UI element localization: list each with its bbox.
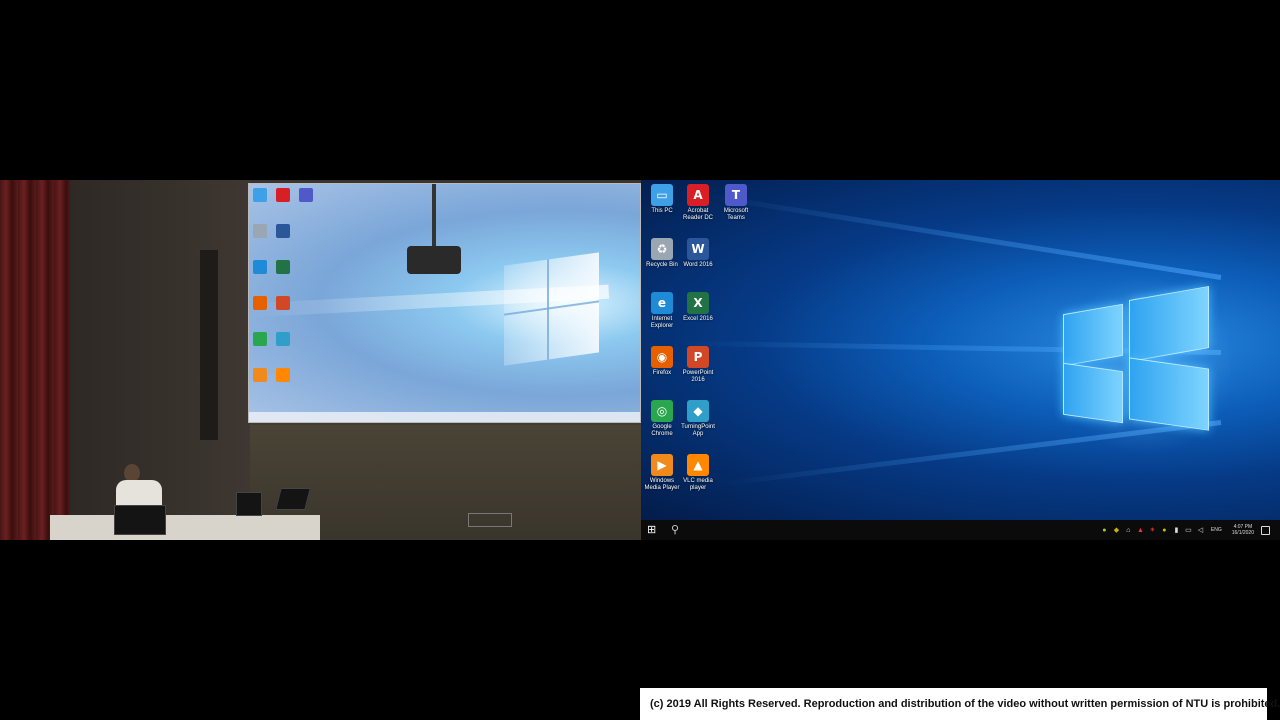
powerpoint-icon (276, 296, 290, 310)
stage-curtain (0, 180, 70, 540)
system-tray: ● ◆ ⌂ ▲ ✶ ● ▮ ▭ ◁ ENG 4:07 PM 16/1/2020 (1100, 520, 1270, 540)
desktop-icon-label: Recycle Bin (646, 262, 678, 268)
tray-volume-icon[interactable]: ◁ (1196, 526, 1205, 535)
desktop-icon[interactable]: T Microsoft Teams (717, 184, 755, 238)
light-ray (707, 193, 1222, 280)
desktop-icon-label: Firefox (652, 370, 672, 376)
media-player-icon: ▶ (651, 454, 673, 476)
lecture-camera-feed (0, 180, 641, 540)
desktop-icon[interactable]: ▭ This PC (643, 184, 681, 238)
notification-center-icon[interactable] (1261, 525, 1270, 535)
projected-windows-logo (504, 252, 599, 366)
projector-mount (432, 184, 436, 246)
firefox-icon (253, 296, 267, 310)
word-icon: W (687, 238, 709, 260)
this-pc-icon: ▭ (651, 184, 673, 206)
tray-alert-icon[interactable]: ● (1160, 526, 1169, 535)
windows-logo-pane (1129, 357, 1209, 431)
desktop-icon[interactable]: X Excel 2016 (679, 292, 717, 346)
desktop-icon-label: This PC (651, 208, 673, 214)
desktop-icon[interactable]: P PowerPoint 2016 (679, 346, 717, 400)
acrobat-reader-icon: A (687, 184, 709, 206)
laptop (275, 488, 311, 510)
desktop-icon-label: Microsoft Teams (723, 208, 749, 221)
desktop-icon[interactable]: ◆ TurningPoint App (679, 400, 717, 454)
tray-power-icon[interactable]: ▮ (1172, 526, 1181, 535)
this-pc-icon (253, 188, 267, 202)
wall-panel (200, 250, 218, 440)
desktop-icon-label: Internet Explorer (650, 316, 674, 329)
teams-icon: T (725, 184, 747, 206)
tray-usb-icon[interactable]: ⌂ (1124, 526, 1133, 535)
projected-taskbar (249, 412, 640, 422)
excel-icon: X (687, 292, 709, 314)
windows-desktop: ▭ This PC A Acrobat Reader DC T Microsoft Tea… (641, 180, 1280, 520)
windows-logo (1063, 285, 1213, 437)
copyright-banner: (c) 2019 All Rights Reserved. Reproducti… (640, 688, 1280, 720)
search-icon[interactable]: ⚲ (671, 522, 685, 538)
desktop-icon-label: Windows Media Player (644, 478, 680, 491)
vlc-icon: ▲ (687, 454, 709, 476)
tray-settings-icon[interactable]: ✶ (1148, 526, 1157, 535)
desktop-icon[interactable]: ▲ VLC media player (679, 454, 717, 508)
stage-doorway (468, 513, 512, 527)
projection-screen (248, 183, 641, 423)
desktop-icon-label: VLC media player (683, 478, 713, 491)
desktop-icon-label: Google Chrome (651, 424, 673, 437)
desktop-icon[interactable]: A Acrobat Reader DC (679, 184, 717, 238)
powerpoint-icon: P (687, 346, 709, 368)
clock-date: 16/1/2020 (1231, 530, 1254, 536)
desktop-icon-label: Acrobat Reader DC (682, 208, 713, 221)
lectern-monitor-2 (236, 492, 262, 516)
desktop-icon-label: PowerPoint 2016 (682, 370, 714, 383)
windows-logo-pane (1063, 362, 1123, 424)
chrome-icon: ◎ (651, 400, 673, 422)
turningpoint-icon: ◆ (687, 400, 709, 422)
windows-logo-pane (1063, 303, 1123, 367)
windows-start-icon[interactable]: ⊞ (647, 524, 659, 536)
chrome-icon (253, 332, 267, 346)
internet-explorer-icon: e (651, 292, 673, 314)
firefox-icon: ◉ (651, 346, 673, 368)
desktop-icon[interactable]: ▶ Windows Media Player (643, 454, 681, 508)
desktop-icon-label: Excel 2016 (683, 316, 713, 322)
windows-logo-pane (1129, 285, 1209, 363)
tray-network-icon[interactable]: ▭ (1184, 526, 1193, 535)
lectern-monitor (114, 505, 166, 535)
language-indicator[interactable]: ENG (1211, 527, 1222, 533)
desktop-icon[interactable]: W Word 2016 (679, 238, 717, 292)
recycle-bin-icon (253, 224, 267, 238)
recycle-bin-icon: ♻ (651, 238, 673, 260)
taskbar-clock[interactable]: 4:07 PM 16/1/2020 (1232, 524, 1254, 536)
taskbar: ⊞ ⚲ ● ◆ ⌂ ▲ ✶ ● ▮ ▭ ◁ ENG 4:07 PM 16/1/2020 (641, 520, 1280, 540)
projector (407, 246, 461, 274)
teams-icon (299, 188, 313, 202)
tray-icon-list: ● ◆ ⌂ ▲ ✶ ● ▮ ▭ ◁ (1100, 526, 1205, 535)
vlc-icon (276, 368, 290, 382)
tray-antivirus-icon[interactable]: ▲ (1136, 526, 1145, 535)
turningpoint-icon (276, 332, 290, 346)
internet-explorer-icon (253, 260, 267, 274)
media-player-icon (253, 368, 267, 382)
desktop-icon[interactable]: ◉ Firefox (643, 346, 681, 400)
excel-icon (276, 260, 290, 274)
acrobat-reader-icon (276, 188, 290, 202)
word-icon (276, 224, 290, 238)
desktop-icon[interactable]: ◎ Google Chrome (643, 400, 681, 454)
desktop-icon-label: TurningPoint App (681, 424, 715, 437)
lectern-desk (50, 515, 320, 540)
desktop-icon[interactable]: e Internet Explorer (643, 292, 681, 346)
tray-shield-icon[interactable]: ◆ (1112, 526, 1121, 535)
desktop-icon[interactable]: ♻ Recycle Bin (643, 238, 681, 292)
tray-green-circle-icon[interactable]: ● (1100, 526, 1109, 535)
desktop-icon-label: Word 2016 (683, 262, 713, 268)
